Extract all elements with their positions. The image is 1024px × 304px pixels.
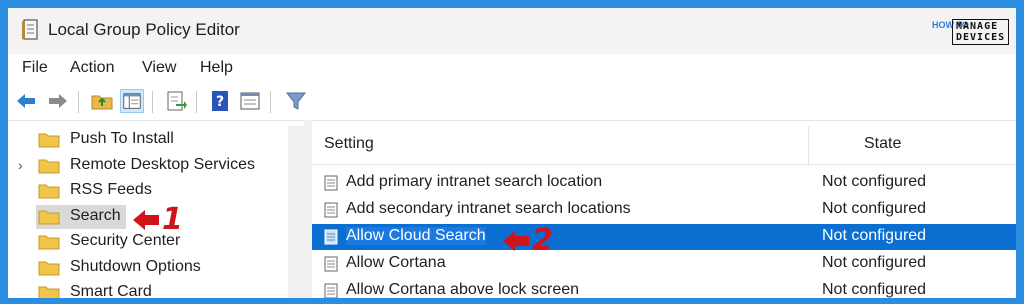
menu-view[interactable]: View [142, 59, 176, 77]
tree-item-label: Remote Desktop Services [70, 156, 255, 173]
policy-editor-window: Local Group Policy Editor HOW TO MANAGE … [8, 8, 1016, 298]
toolbar-separator [270, 91, 271, 113]
setting-state: Not configured [822, 227, 927, 244]
policy-setting-icon [324, 256, 338, 272]
forward-arrow-icon[interactable] [46, 89, 70, 113]
toolbar-separator [196, 91, 197, 113]
setting-state: Not configured [822, 200, 927, 217]
setting-row-selected[interactable]: Allow Cloud Search Not configured 2 [312, 223, 1016, 258]
toolbar-separator [152, 91, 153, 113]
folder-icon [38, 261, 60, 276]
setting-name: Allow Cortana above lock screen [346, 281, 580, 298]
back-arrow-icon[interactable] [14, 89, 38, 113]
setting-name: Allow Cloud Search [346, 227, 486, 245]
title-bar: Local Group Policy Editor HOW TO MANAGE … [8, 8, 1016, 54]
policy-editor-icon [22, 19, 38, 40]
red-arrow-icon [133, 209, 159, 230]
menu-file[interactable]: File [22, 59, 48, 77]
show-hide-tree-icon[interactable] [120, 89, 144, 113]
menu-help[interactable]: Help [200, 59, 233, 77]
setting-state: Not configured [822, 281, 927, 298]
policy-setting-icon [324, 229, 338, 245]
list-column-header: Setting State [312, 126, 1016, 165]
setting-state: Not configured [822, 254, 927, 271]
pane-splitter[interactable] [304, 120, 312, 298]
tree-item-label: Smart Card [70, 283, 152, 298]
tree-pane: Push To Install › Remote Desktop Service… [8, 126, 304, 298]
folder-icon [38, 210, 60, 225]
export-list-icon[interactable] [164, 89, 188, 113]
policy-setting-icon [324, 283, 338, 298]
toolbar: ? [8, 84, 1016, 121]
setting-name: Add secondary intranet search locations [346, 200, 631, 217]
setting-row[interactable]: Add primary intranet search location Not… [312, 170, 1016, 196]
tree-item-rss-feeds[interactable]: RSS Feeds [8, 179, 288, 203]
tree-item-remote-desktop-services[interactable]: › Remote Desktop Services [8, 154, 288, 178]
toolbar-separator [78, 91, 79, 113]
policy-setting-icon [324, 202, 338, 218]
callout-1-number: 1 [162, 202, 183, 237]
tree-item-label: RSS Feeds [70, 181, 152, 198]
folder-icon [38, 286, 60, 298]
filter-icon[interactable] [284, 89, 308, 113]
column-header-state[interactable]: State [864, 135, 901, 153]
policy-setting-icon [324, 175, 338, 191]
column-divider[interactable] [808, 126, 809, 164]
brand-box-text: MANAGE DEVICES [952, 19, 1010, 45]
menu-action[interactable]: Action [70, 59, 114, 77]
tree-item-label: Push To Install [70, 130, 174, 147]
folder-icon [38, 235, 60, 250]
tree-item-push-to-install[interactable]: Push To Install [8, 128, 288, 152]
tree-scrollbar[interactable] [288, 126, 304, 298]
folder-icon [38, 133, 60, 148]
tree-item-smart-card[interactable]: Smart Card [8, 281, 288, 298]
red-arrow-icon [503, 230, 529, 251]
settings-list-pane: Setting State Add primary intranet searc… [312, 126, 1016, 298]
tree-item-label: Shutdown Options [70, 258, 201, 275]
setting-row[interactable]: Allow Cortana above lock screen Not conf… [312, 278, 1016, 298]
help-icon[interactable]: ? [208, 89, 232, 113]
properties-icon[interactable] [238, 89, 262, 113]
setting-state: Not configured [822, 173, 927, 190]
up-folder-icon[interactable] [90, 89, 114, 113]
folder-icon [38, 184, 60, 199]
chevron-right-icon[interactable]: › [18, 157, 23, 173]
setting-row[interactable]: Add secondary intranet search locations … [312, 197, 1016, 223]
setting-row[interactable]: Allow Cortana Not configured [312, 251, 1016, 277]
window-title: Local Group Policy Editor [48, 20, 240, 39]
tree-item-shutdown-options[interactable]: Shutdown Options [8, 256, 288, 280]
callout-1: 1 [132, 202, 183, 237]
setting-name: Allow Cortana [346, 254, 446, 271]
svg-text:?: ? [216, 94, 224, 110]
brand-logo: HOW TO MANAGE DEVICES [926, 14, 1010, 48]
tree-item-label: Search [70, 207, 121, 224]
column-header-setting[interactable]: Setting [324, 135, 374, 153]
setting-name: Add primary intranet search location [346, 173, 603, 190]
folder-icon [38, 159, 60, 174]
menu-bar: File Action View Help [8, 54, 1016, 84]
